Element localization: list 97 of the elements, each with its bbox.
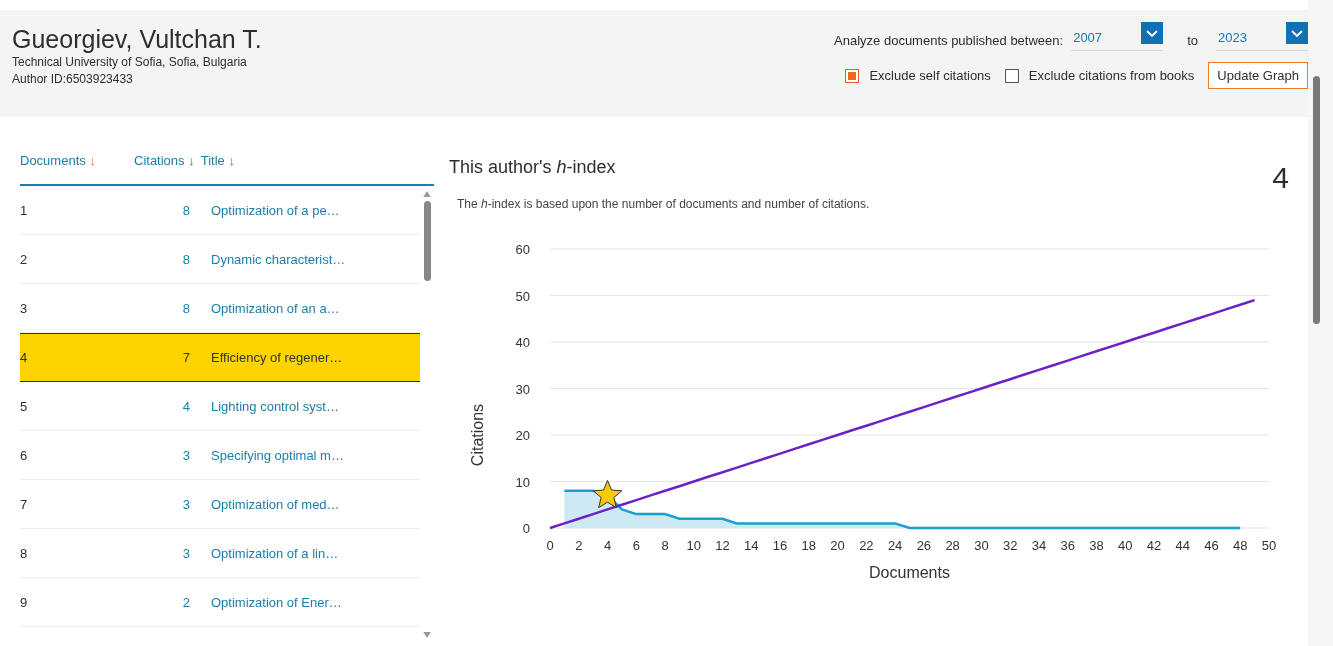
y-tick-label: 20 bbox=[515, 428, 530, 443]
y-tick-label: 30 bbox=[515, 381, 530, 397]
rank-cell-text: 2 bbox=[20, 251, 29, 267]
star-icon bbox=[592, 479, 623, 509]
x-tick-label: 10 bbox=[686, 538, 702, 553]
x-tick-label: 8 bbox=[661, 538, 669, 553]
table-row[interactable]: 6 3 Specifying optimal m… bbox=[20, 431, 420, 480]
h-index-description: The h-index is based upon the number of documents and number of citations. bbox=[457, 197, 871, 211]
x-tick-label: 50 bbox=[1261, 538, 1277, 553]
rank-cell-text: 6 bbox=[20, 447, 29, 463]
scrollbar[interactable] bbox=[1313, 76, 1320, 324]
year-dropdown[interactable]: 2023 bbox=[1216, 22, 1308, 51]
x-tick-label: 14 bbox=[744, 538, 759, 553]
table-row[interactable]: 8 3 Optimization of a lin… bbox=[20, 529, 420, 578]
table-row[interactable]: 5 4 Lighting control syst… bbox=[20, 382, 420, 431]
author-name: Gueorgiev, Vultchan T. bbox=[12, 24, 262, 54]
y-tick-label: 60 bbox=[515, 242, 530, 257]
x-tick-label: 20 bbox=[830, 538, 845, 553]
table-row[interactable]: 1 8 Optimization of a pe… bbox=[20, 186, 420, 235]
h-index-value: 4 bbox=[1272, 161, 1289, 195]
x-tick-label: 26 bbox=[916, 538, 932, 553]
y-tick-label: 10 bbox=[515, 474, 530, 490]
caret-icon bbox=[1141, 22, 1164, 44]
x-tick-label: 36 bbox=[1060, 538, 1075, 553]
author-id: Author ID:6503923433 bbox=[12, 71, 134, 88]
x-axis-title: Documents bbox=[869, 564, 950, 581]
scroll-down-icon[interactable] bbox=[423, 632, 431, 638]
x-tick-label: 44 bbox=[1175, 538, 1190, 553]
x-tick-label: 2 bbox=[575, 538, 583, 553]
table-row[interactable]: 4 7 Efficiency of regener… bbox=[20, 333, 420, 382]
year-dropdown[interactable]: 2007 bbox=[1071, 22, 1164, 51]
title-link[interactable]: Specifying optimal m… bbox=[211, 447, 344, 463]
rank-cell-text: 9 bbox=[20, 594, 29, 610]
title-link[interactable]: Efficiency of regener… bbox=[211, 350, 343, 365]
table-row[interactable]: 7 3 Optimization of med… bbox=[20, 480, 420, 529]
x-tick-label: 38 bbox=[1089, 538, 1104, 553]
rank-cell-text: 3 bbox=[20, 300, 29, 316]
sort-arrow[interactable]: ↓ bbox=[89, 153, 96, 168]
range-label: Analyze documents published between: bbox=[834, 33, 1064, 50]
x-tick-label: 24 bbox=[887, 538, 903, 553]
checkbox[interactable] bbox=[1004, 68, 1019, 83]
title-link[interactable]: Dynamic characterist… bbox=[211, 251, 346, 267]
rank-cell-text: 7 bbox=[20, 496, 29, 512]
x-tick-label: 34 bbox=[1031, 538, 1047, 553]
table-row[interactable]: 9 2 Optimization of Ener… bbox=[20, 578, 420, 627]
x-tick-label: 40 bbox=[1117, 538, 1133, 553]
title-link[interactable]: Optimization of an a… bbox=[211, 300, 340, 316]
citations-cell-text: 3 bbox=[181, 545, 190, 561]
title-link[interactable]: Optimization of a lin… bbox=[211, 545, 339, 561]
checkbox-label: Exclude self citations bbox=[869, 68, 991, 83]
rank-cell-text: 4 bbox=[20, 350, 29, 365]
scroll-up-icon[interactable] bbox=[423, 191, 431, 197]
sort-arrow[interactable]: ↓ bbox=[228, 153, 235, 168]
table-row[interactable]: 2 8 Dynamic characterist… bbox=[20, 235, 420, 284]
citations-cell-text: 3 bbox=[181, 447, 190, 463]
x-tick-label: 32 bbox=[1002, 538, 1018, 553]
rank-cell-text: 1 bbox=[20, 202, 29, 218]
x-tick-label: 4 bbox=[603, 538, 612, 553]
x-tick-label: 46 bbox=[1204, 538, 1219, 553]
citations-cell-text: 2 bbox=[181, 594, 190, 610]
scrollbar-thumb[interactable] bbox=[423, 201, 431, 281]
author-affiliation: Technical University of Sofia, Sofia, Bulgaria bbox=[12, 54, 248, 71]
citations-cell-text: 3 bbox=[181, 496, 190, 512]
h-index-title: This author's h-index bbox=[449, 157, 616, 178]
citations-cell-text: 8 bbox=[181, 202, 190, 218]
update-graph-button[interactable]: Update Graph bbox=[1208, 62, 1308, 89]
x-tick-label: 30 bbox=[974, 538, 989, 553]
sort-arrow[interactable]: ↓ bbox=[188, 153, 195, 168]
x-tick-label: 28 bbox=[945, 538, 960, 553]
y-tick-label: 50 bbox=[515, 288, 530, 304]
rank-cell-text: 8 bbox=[20, 545, 29, 561]
x-tick-label: 42 bbox=[1146, 538, 1162, 553]
to-label: to bbox=[1187, 33, 1198, 50]
x-tick-label: 22 bbox=[859, 538, 874, 553]
x-tick-label: 18 bbox=[801, 538, 817, 553]
checkbox[interactable] bbox=[845, 68, 860, 83]
title-link[interactable]: Optimization of Ener… bbox=[211, 594, 342, 610]
title-link[interactable]: Optimization of a pe… bbox=[211, 202, 340, 218]
rank-cell-text: 5 bbox=[20, 398, 29, 414]
y-tick-label: 40 bbox=[515, 335, 530, 350]
column-header[interactable]: Citations bbox=[134, 153, 185, 168]
title-link[interactable]: Lighting control syst… bbox=[211, 398, 339, 414]
x-tick-label: 16 bbox=[772, 538, 788, 553]
citations-cell-text: 8 bbox=[181, 300, 190, 316]
y-axis-title: Citations bbox=[469, 403, 486, 467]
x-tick-label: 12 bbox=[715, 538, 730, 553]
y-tick-label: 0 bbox=[522, 521, 530, 536]
checkbox-label: Exclude citations from books bbox=[1028, 68, 1195, 83]
column-header[interactable]: Documents bbox=[20, 153, 86, 168]
citations-cell-text: 8 bbox=[181, 251, 190, 267]
title-link[interactable]: Optimization of med… bbox=[211, 496, 340, 512]
x-tick-label: 0 bbox=[546, 538, 554, 553]
citations-cell-text: 7 bbox=[181, 350, 190, 365]
x-tick-label: 6 bbox=[632, 538, 640, 553]
citations-cell-text: 4 bbox=[181, 398, 190, 414]
x-tick-label: 48 bbox=[1233, 538, 1248, 553]
column-header[interactable]: Title bbox=[200, 153, 225, 168]
